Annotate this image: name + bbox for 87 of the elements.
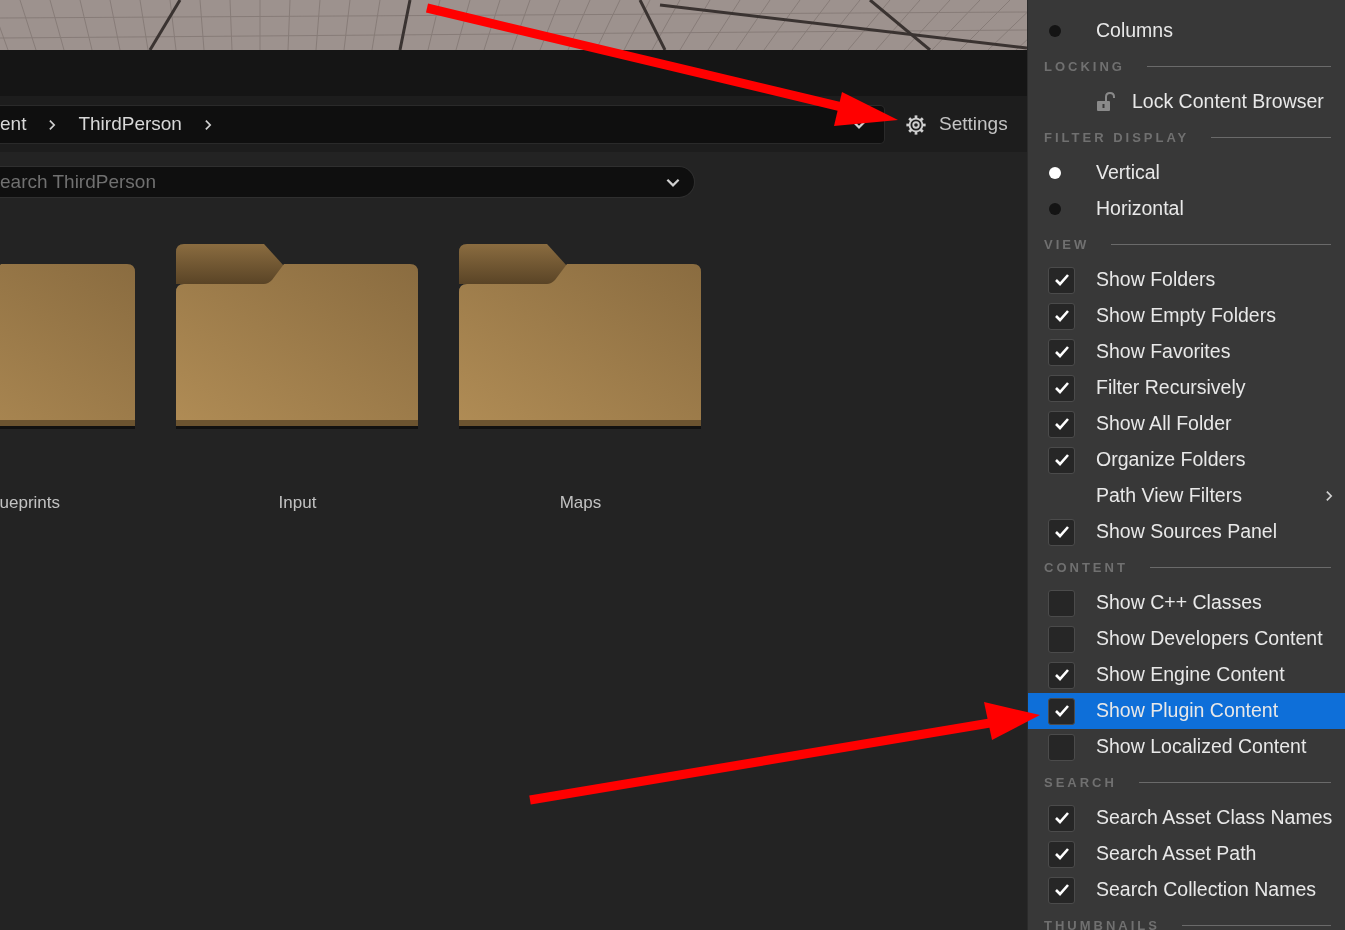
- menu-item[interactable]: Show Engine Content: [1028, 657, 1345, 693]
- settings-icon: [905, 113, 927, 136]
- checkbox[interactable]: [1048, 625, 1075, 653]
- menu-item-label: Horizontal: [1096, 197, 1184, 220]
- check-icon: [1053, 704, 1070, 718]
- menu-item-label: Organize Folders: [1096, 448, 1246, 471]
- checkbox[interactable]: [1048, 446, 1075, 474]
- menu-item-label: Path View Filters: [1096, 484, 1242, 507]
- checkbox[interactable]: [1048, 876, 1075, 904]
- folder-icon[interactable]: [459, 244, 702, 430]
- menu-item[interactable]: Show Sources Panel: [1028, 514, 1345, 550]
- check-icon: [1053, 847, 1070, 861]
- breadcrumb-link[interactable]: ThirdPerson: [78, 110, 182, 139]
- folder-icon[interactable]: [176, 244, 419, 430]
- menu-item-label: Columns: [1096, 19, 1173, 42]
- checkbox[interactable]: [1048, 374, 1075, 402]
- menu-item-label: Show Empty Folders: [1096, 304, 1276, 327]
- checkbox[interactable]: [1048, 338, 1075, 366]
- menu-item[interactable]: Show Empty Folders: [1028, 298, 1345, 334]
- checkbox[interactable]: [1048, 840, 1075, 868]
- menu-item[interactable]: Vertical: [1028, 155, 1345, 191]
- checkbox[interactable]: [1048, 804, 1075, 832]
- menu-item[interactable]: Show Favorites: [1028, 334, 1345, 370]
- check-icon: [1053, 811, 1070, 825]
- menu-item-label: Filter Recursively: [1096, 376, 1246, 399]
- radio-button[interactable]: [1049, 25, 1061, 37]
- dropdown-icon: [666, 177, 680, 187]
- checkbox[interactable]: [1048, 733, 1075, 761]
- menu-item-label: Search Asset Path: [1096, 842, 1257, 865]
- checkbox[interactable]: [1048, 518, 1075, 546]
- menu-item[interactable]: Show C++ Classes: [1028, 585, 1345, 621]
- menu-item[interactable]: Show All Folder: [1028, 406, 1345, 442]
- menu-item[interactable]: Search Collection Names: [1028, 872, 1345, 908]
- section-header: FILTER DISPLAY: [1044, 128, 1190, 147]
- menu-item-label: Search Asset Class Names: [1096, 806, 1333, 829]
- menu-item-label: Show All Folder: [1096, 412, 1232, 435]
- breadcrumb-link[interactable]: ent: [0, 110, 27, 139]
- menu-item-label: Search Collection Names: [1096, 878, 1316, 901]
- check-icon: [1053, 381, 1070, 395]
- radio-button[interactable]: [1049, 167, 1061, 179]
- menu-item[interactable]: Columns: [1028, 13, 1345, 49]
- menu-item-label: Vertical: [1096, 161, 1160, 184]
- menu-item[interactable]: Path View Filters: [1028, 478, 1345, 514]
- menu-item-label: Show Developers Content: [1096, 627, 1323, 650]
- menu-item-label: Lock Content Browser: [1132, 90, 1324, 113]
- menu-item[interactable]: Filter Recursively: [1028, 370, 1345, 406]
- folder-label: Input: [277, 492, 318, 514]
- menu-item[interactable]: Show Plugin Content: [1028, 693, 1345, 729]
- check-icon: [1053, 345, 1070, 359]
- section-header: CONTENT: [1044, 558, 1128, 577]
- menu-item[interactable]: Organize Folders: [1028, 442, 1345, 478]
- check-icon: [1053, 525, 1070, 539]
- menu-item-label: Show Localized Content: [1096, 735, 1307, 758]
- checkbox[interactable]: [1048, 410, 1075, 438]
- menu-item-label: Show Folders: [1096, 268, 1216, 291]
- checkbox[interactable]: [1048, 697, 1075, 725]
- menu-item[interactable]: Show Folders: [1028, 262, 1345, 298]
- unlocked-padlock-icon: [1096, 92, 1116, 112]
- check-icon: [1053, 417, 1070, 431]
- menu-item[interactable]: Show Localized Content: [1028, 729, 1345, 765]
- section-header: SEARCH: [1044, 773, 1117, 792]
- folder-label: Maps: [558, 492, 603, 514]
- folder-label: ueprints: [0, 492, 61, 514]
- check-icon: [1053, 453, 1070, 467]
- menu-item[interactable]: Search Asset Class Names: [1028, 800, 1345, 836]
- menu-item[interactable]: Show Developers Content: [1028, 621, 1345, 657]
- menu-item-label: Show Plugin Content: [1096, 699, 1279, 722]
- menu-item-label: Show Sources Panel: [1096, 520, 1278, 543]
- menu-item-label: Show Favorites: [1096, 340, 1231, 363]
- checkbox[interactable]: [1048, 266, 1075, 294]
- radio-button[interactable]: [1049, 203, 1061, 215]
- check-icon: [1053, 883, 1070, 897]
- menu-item[interactable]: Horizontal: [1028, 191, 1345, 227]
- checkbox[interactable]: [1048, 302, 1075, 330]
- section-header: LOCKING: [1044, 57, 1125, 76]
- menu-item-label: Show C++ Classes: [1096, 591, 1262, 614]
- check-icon: [1053, 668, 1070, 682]
- menu-item[interactable]: Lock Content Browser: [1028, 84, 1345, 120]
- check-icon: [1053, 273, 1070, 287]
- checkbox[interactable]: [1048, 661, 1075, 689]
- menu-item[interactable]: Search Asset Path: [1028, 836, 1345, 872]
- section-header: VIEW: [1044, 235, 1090, 254]
- menu-item-label: Show Engine Content: [1096, 663, 1285, 686]
- settings-button[interactable]: Settings: [901, 110, 1016, 139]
- checkbox[interactable]: [1048, 589, 1075, 617]
- check-icon: [1053, 309, 1070, 323]
- section-header: THUMBNAILS: [1044, 916, 1160, 930]
